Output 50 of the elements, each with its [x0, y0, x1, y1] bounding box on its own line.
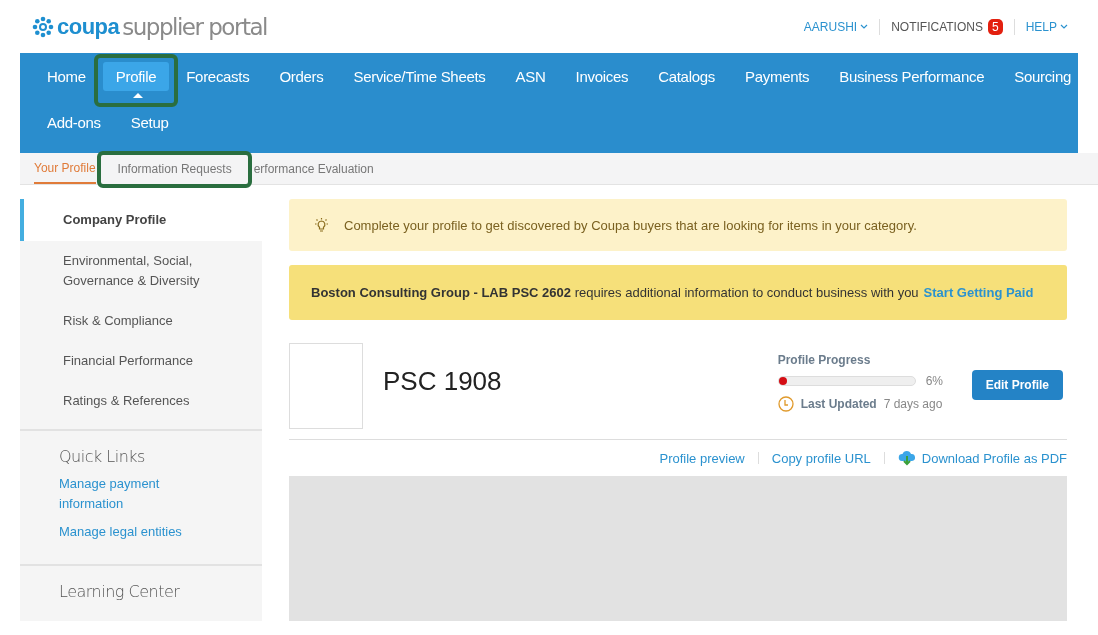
sidebar-item[interactable]: Environmental, Social, Governance & Diversity — [20, 241, 262, 301]
nav-tab[interactable]: Orders — [266, 61, 337, 91]
nav-tab[interactable]: Catalogs — [645, 61, 728, 91]
logo-icon — [32, 15, 54, 38]
nav-tab[interactable]: ASN — [502, 61, 559, 91]
caret-icon — [860, 24, 869, 29]
last-updated-value: 7 days ago — [883, 397, 943, 411]
last-updated-label: Last Updated — [800, 397, 877, 411]
help-menu[interactable]: HELP — [1025, 19, 1068, 34]
tip-text: Complete your profile to get discovered by Coupa buyers that are looking for items in your category. — [344, 217, 917, 233]
notifications-link[interactable]: NOTIFICATIONS — [891, 19, 983, 34]
logo-text: supplier portal — [122, 13, 267, 40]
sub-tab[interactable]: erformance Evaluation — [253, 153, 374, 184]
nav-tab[interactable]: Service/Time Sheets — [340, 61, 499, 91]
nav-tab[interactable]: Add-ons — [34, 107, 114, 137]
sub-tab[interactable]: Your Profile — [34, 153, 96, 184]
sub-tab[interactable]: Information Requests — [117, 153, 232, 184]
section-title: Quick Links — [59, 447, 146, 466]
edit-profile-button[interactable]: Edit Profile — [971, 369, 1063, 400]
nav-tab[interactable]: Setup — [117, 107, 182, 137]
lightbulb-icon — [313, 217, 330, 233]
clock-icon — [777, 396, 794, 412]
nav-tab[interactable]: Payments — [732, 61, 823, 91]
user-menu[interactable]: AARUSHI — [803, 19, 869, 34]
download-link[interactable]: Download Profile as PDF — [897, 450, 1067, 466]
sidebar-item[interactable]: Risk & Compliance — [20, 301, 262, 341]
progress-percent: 6% — [925, 374, 943, 388]
quick-link[interactable]: Manage payment information — [59, 474, 199, 514]
profile-link[interactable]: Profile preview — [659, 450, 745, 466]
progress-title: Profile Progress — [777, 353, 872, 367]
notification-count: 5 — [987, 18, 1003, 35]
nav-tab[interactable]: Forecasts — [173, 61, 263, 91]
nav-tab[interactable]: Business Performance — [826, 61, 998, 91]
alert-text: Boston Consulting Group - LAB PSC 2602 requires additional information to conduct business with you — [311, 285, 919, 300]
company-name: PSC 1908 — [383, 366, 503, 397]
quick-link[interactable]: Manage legal entities — [59, 522, 199, 542]
sidebar-item[interactable]: Company Profile — [20, 199, 262, 241]
nav-tab[interactable]: Sourcing — [1001, 61, 1084, 91]
section-title: Learning Center — [59, 582, 181, 601]
profile-link[interactable]: Copy profile URL — [771, 450, 871, 466]
cloud-download-icon — [897, 450, 916, 466]
nav-tab[interactable]: Home — [34, 61, 99, 91]
nav-tab[interactable]: Invoices — [562, 61, 642, 91]
sidebar-item[interactable]: Financial Performance — [20, 341, 262, 381]
caret-icon — [1060, 24, 1068, 29]
logo-wordmark: coupa — [57, 13, 120, 40]
sidebar-item[interactable]: Ratings & References — [20, 381, 262, 421]
nav-tab[interactable]: Profile — [102, 61, 170, 91]
start-getting-paid-link[interactable]: Start Getting Paid — [923, 285, 1034, 300]
pointer-icon — [133, 92, 143, 98]
